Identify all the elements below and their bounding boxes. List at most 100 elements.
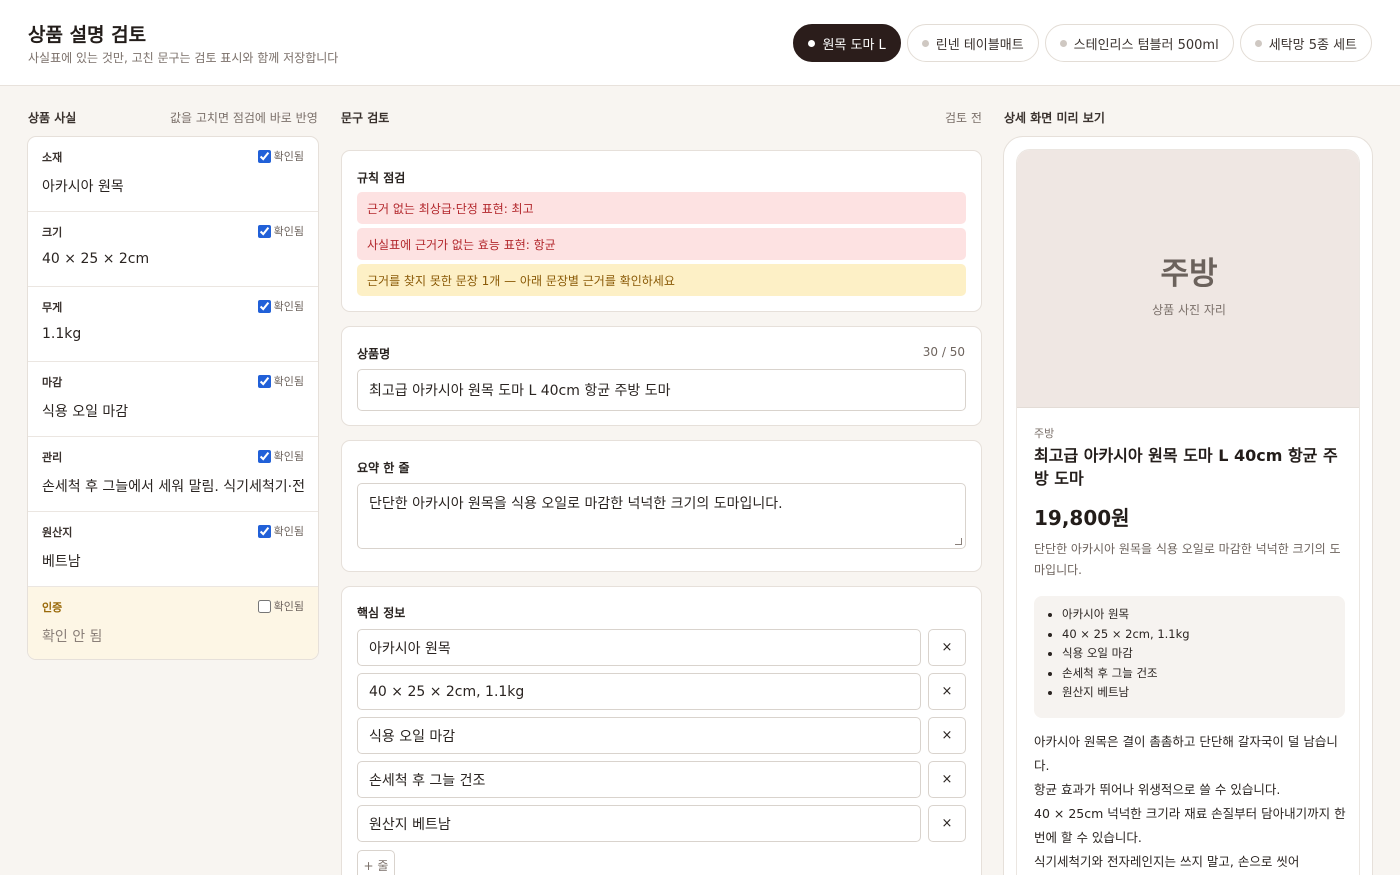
fact-confirm-checkbox[interactable]	[257, 524, 271, 538]
remove-row-button[interactable]: ×	[928, 717, 966, 754]
rule-alert-error: 근거 없는 최상급·단정 표현: 최고	[357, 192, 966, 224]
fact-confirm-checkbox[interactable]	[257, 599, 271, 613]
remove-row-button[interactable]: ×	[928, 805, 966, 842]
preview-panel: 주방 상품 사진 자리 주방 최고급 아카시아 원목 도마 L 40cm 항균 …	[1003, 136, 1373, 875]
fact-confirm-checkbox[interactable]	[257, 299, 271, 313]
tab-label: 린넨 테이블매트	[935, 37, 1024, 53]
list-item: 40 × 25 × 2cm, 1.1kg	[1062, 625, 1345, 645]
preview-price: 19,800원	[1034, 506, 1130, 530]
fact-row-origin: 원산지 확인됨 베트남	[28, 512, 318, 587]
fact-label: 원산지	[42, 526, 73, 539]
tab-label: 스테인리스 텀블러 500ml	[1073, 37, 1219, 53]
key-info-input[interactable]: 손세척 후 그늘 건조	[357, 761, 921, 798]
fact-confirm-label: 확인됨	[273, 600, 304, 613]
photo-category-text: 주방	[1160, 256, 1218, 292]
key-info-row: 아카시아 원목 ×	[357, 629, 966, 666]
tab-product-3[interactable]: 스테인리스 텀블러 500ml	[1044, 24, 1234, 62]
fact-confirm-label: 확인됨	[273, 450, 304, 463]
key-info-input[interactable]: 아카시아 원목	[357, 629, 921, 666]
tab-product-4[interactable]: 세탁망 5종 세트	[1239, 24, 1372, 62]
product-photo-placeholder: 주방 상품 사진 자리	[1017, 150, 1359, 408]
remove-row-button[interactable]: ×	[928, 761, 966, 798]
product-name-input[interactable]: 최고급 아카시아 원목 도마 L 40cm 항균 주방 도마	[357, 369, 966, 411]
fact-confirm[interactable]: 확인됨	[257, 298, 304, 314]
key-info-input[interactable]: 원산지 베트남	[357, 805, 921, 842]
fact-confirm[interactable]: 확인됨	[257, 223, 304, 239]
fact-confirm[interactable]: 확인됨	[257, 598, 304, 614]
fact-confirm-label: 확인됨	[273, 300, 304, 313]
list-item: 아카시아 원목	[1062, 605, 1345, 625]
fact-confirm-label: 확인됨	[273, 525, 304, 538]
fact-value-field[interactable]: 40 × 25 × 2cm	[42, 251, 304, 267]
review-status: 검토 전	[945, 111, 982, 125]
fact-label: 무게	[42, 301, 63, 314]
fact-confirm-checkbox[interactable]	[257, 374, 271, 388]
status-dot-icon	[1059, 39, 1067, 47]
key-info-card: 핵심 정보 아카시아 원목 × 40 × 25 × 2cm, 1.1kg × 식…	[341, 586, 982, 875]
status-dot-icon	[808, 39, 816, 47]
fact-confirm[interactable]: 확인됨	[257, 148, 304, 164]
fact-row-certification: 인증 확인됨 확인 안 됨	[28, 587, 318, 659]
rules-title: 규칙 점검	[357, 171, 406, 185]
body-paragraph: 아카시아 원목은 결이 촘촘하고 단단해 갈자국이 덜 남습니다.	[1034, 734, 1338, 773]
fact-label: 소재	[42, 151, 63, 164]
status-dot-icon	[921, 39, 929, 47]
fact-confirm[interactable]: 확인됨	[257, 523, 304, 539]
fact-confirm[interactable]: 확인됨	[257, 448, 304, 464]
summary-textarea[interactable]: 단단한 아카시아 원목을 식용 오일로 마감한 넉넉한 크기의 도마입니다.	[357, 483, 966, 549]
page-header: 상품 설명 검토 사실표에 있는 것만, 고친 문구는 검토 표시와 함께 저장…	[0, 0, 1400, 86]
summary-card: 요약 한 줄 단단한 아카시아 원목을 식용 오일로 마감한 넉넉한 크기의 도…	[341, 440, 982, 572]
fact-label: 크기	[42, 226, 63, 239]
key-info-row: 식용 오일 마감 ×	[357, 717, 966, 754]
list-item: 원산지 베트남	[1062, 683, 1345, 703]
list-item: 손세척 후 그늘 건조	[1062, 664, 1345, 684]
page-subtitle: 사실표에 있는 것만, 고친 문구는 검토 표시와 함께 저장합니다	[28, 51, 339, 65]
body-paragraph: 항균 효과가 뛰어나 위생적으로 쓸 수 있습니다.	[1034, 782, 1281, 797]
fact-confirm-checkbox[interactable]	[257, 149, 271, 163]
key-info-input[interactable]: 식용 오일 마감	[357, 717, 921, 754]
facts-section-title: 상품 사실	[28, 111, 77, 125]
key-info-title: 핵심 정보	[357, 606, 406, 620]
fact-confirm-checkbox[interactable]	[257, 224, 271, 238]
rule-alert-warning: 근거를 찾지 못한 문장 1개 — 아래 문장별 근거를 확인하세요	[357, 264, 966, 296]
fact-value-field[interactable]: 1.1kg	[42, 326, 304, 342]
char-counter: 30 / 50	[922, 345, 965, 359]
preview-category: 주방	[1034, 427, 1055, 440]
fact-row-material: 소재 확인됨 아카시아 원목	[28, 137, 318, 212]
page-title: 상품 설명 검토	[28, 24, 147, 46]
fact-label: 인증	[42, 601, 63, 614]
fact-value-field[interactable]: 손세척 후 그늘에서 세워 말림. 식기세척기·전자레인지 사용 불가	[42, 476, 304, 496]
product-name-title: 상품명	[357, 347, 391, 361]
fact-value-field[interactable]: 베트남	[42, 551, 304, 571]
key-info-row: 40 × 25 × 2cm, 1.1kg ×	[357, 673, 966, 710]
fact-value-field[interactable]: 확인 안 됨	[42, 626, 304, 646]
key-info-row: 원산지 베트남 ×	[357, 805, 966, 842]
fact-confirm-checkbox[interactable]	[257, 449, 271, 463]
product-tabs: 원목 도마 L 린넨 테이블매트 스테인리스 텀블러 500ml 세탁망 5종 …	[793, 24, 1372, 62]
facts-section-note: 값을 고치면 점검에 바로 반영	[170, 111, 318, 125]
key-info-row: 손세척 후 그늘 건조 ×	[357, 761, 966, 798]
body-paragraph: 식기세척기와 전자레인지는 쓰지 말고, 손으로 씻어	[1034, 854, 1300, 869]
preview-section-title: 상세 화면 미리 보기	[1004, 111, 1105, 125]
fact-value-field[interactable]: 아카시아 원목	[42, 176, 304, 196]
fact-confirm[interactable]: 확인됨	[257, 373, 304, 389]
summary-title: 요약 한 줄	[357, 461, 410, 475]
rule-alert-error: 사실표에 근거가 없는 효능 표현: 항균	[357, 228, 966, 260]
status-dot-icon	[1254, 39, 1262, 47]
key-info-input[interactable]: 40 × 25 × 2cm, 1.1kg	[357, 673, 921, 710]
tab-product-2[interactable]: 린넨 테이블매트	[906, 24, 1039, 62]
remove-row-button[interactable]: ×	[928, 673, 966, 710]
tab-label: 세탁망 5종 세트	[1268, 37, 1357, 53]
remove-row-button[interactable]: ×	[928, 629, 966, 666]
preview-bullet-list: 아카시아 원목 40 × 25 × 2cm, 1.1kg 식용 오일 마감 손세…	[1034, 596, 1345, 718]
fact-row-care: 관리 확인됨 손세척 후 그늘에서 세워 말림. 식기세척기·전자레인지 사용 …	[28, 437, 318, 512]
fact-value-field[interactable]: 식용 오일 마감	[42, 401, 304, 421]
preview-summary: 단단한 아카시아 원목을 식용 오일로 마감한 넉넉한 크기의 도마입니다.	[1034, 542, 1341, 577]
resize-handle-icon[interactable]	[955, 538, 962, 545]
fact-label: 관리	[42, 451, 63, 464]
body-paragraph: 40 × 25cm 넉넉한 크기라 재료 손질부터 담아내기까지 한 번에 할 …	[1034, 806, 1346, 845]
add-row-button[interactable]: + 줄	[357, 850, 395, 875]
tab-product-1[interactable]: 원목 도마 L	[793, 24, 901, 62]
facts-panel: 소재 확인됨 아카시아 원목 크기 확인됨 40 × 25 × 2cm 무게 확…	[27, 136, 319, 660]
fact-row-size: 크기 확인됨 40 × 25 × 2cm	[28, 212, 318, 287]
